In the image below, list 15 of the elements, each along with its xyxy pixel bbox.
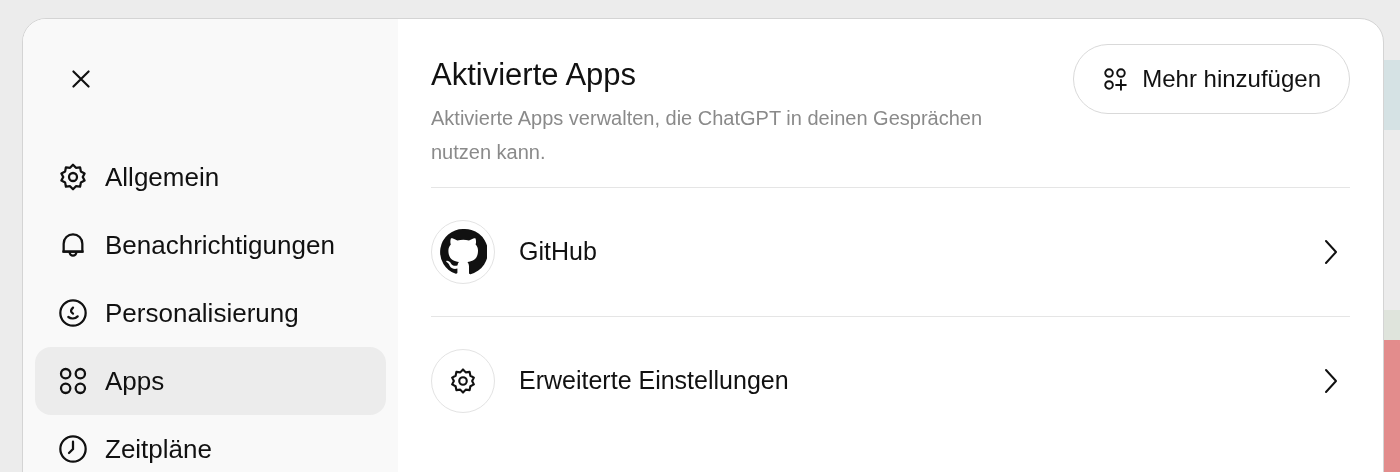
- section-description: Aktivierte Apps verwalten, die ChatGPT in deinen Gesprächen nutzen kann.: [431, 106, 984, 165]
- app-row[interactable]: GitHub: [431, 188, 1350, 316]
- smiley-icon: [57, 297, 89, 329]
- app-row[interactable]: Erweiterte Einstellungen: [431, 316, 1350, 444]
- sidebar-item[interactable]: Personalisierung: [35, 279, 386, 347]
- octocat-icon: [439, 228, 487, 276]
- sidebar-item[interactable]: Benachrichtigungen: [35, 211, 386, 279]
- four-circles-icon: [57, 365, 89, 397]
- clock-icon: [57, 433, 89, 465]
- section-title: Aktivierte Apps: [431, 56, 638, 94]
- sidebar-item[interactable]: Allgemein: [35, 143, 386, 211]
- sidebar-item[interactable]: Zeitpläne: [35, 415, 386, 472]
- gear-icon: [57, 161, 89, 193]
- apps-plus-icon: [1102, 66, 1129, 92]
- sidebar-item[interactable]: Apps: [35, 347, 386, 415]
